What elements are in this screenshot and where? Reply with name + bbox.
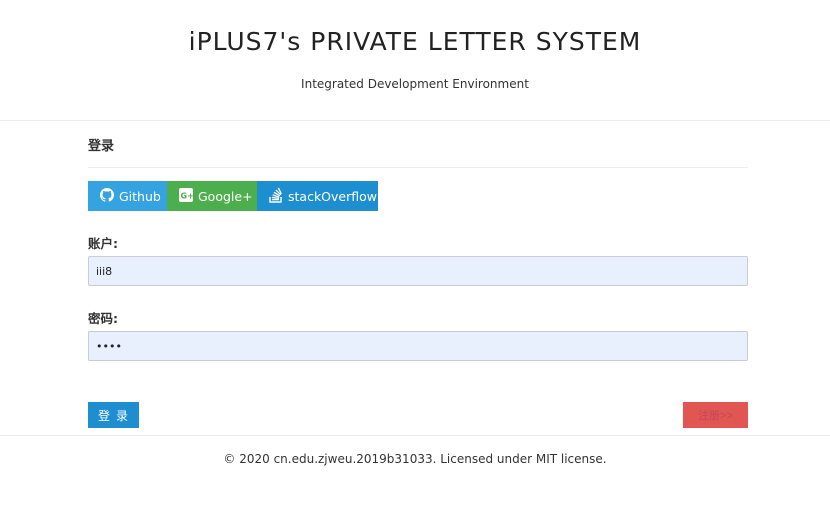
- github-label: Github: [119, 188, 161, 204]
- password-label: 密码:: [88, 311, 118, 326]
- google-plus-login-button[interactable]: G+ Google+: [167, 181, 257, 211]
- page-footer: © 2020 cn.edu.zjweu.2019b31033. Licensed…: [0, 435, 830, 526]
- page-header: iPLUS7's PRIVATE LETTER SYSTEM Integrate…: [0, 0, 830, 121]
- github-icon: [100, 187, 119, 205]
- account-input[interactable]: [88, 256, 748, 286]
- oauth-button-group: Github G+ Google+ stackOverflow: [88, 181, 378, 211]
- stackoverflow-login-button[interactable]: stackOverflow: [257, 181, 378, 211]
- google-plus-label: Google+: [198, 188, 253, 204]
- stackoverflow-label: stackOverflow: [288, 188, 377, 204]
- stackoverflow-icon: [269, 187, 288, 206]
- svg-text:G+: G+: [181, 191, 194, 200]
- account-label: 账户:: [88, 236, 118, 251]
- login-button[interactable]: 登录: [88, 402, 139, 428]
- divider: [88, 167, 748, 168]
- site-title: iPLUS7's PRIVATE LETTER SYSTEM: [188, 27, 642, 56]
- login-section-title: 登录: [88, 139, 115, 154]
- site-subtitle: Integrated Development Environment: [301, 77, 529, 91]
- google-plus-icon: G+: [179, 187, 198, 205]
- register-button[interactable]: 注册>>: [683, 402, 748, 428]
- password-input[interactable]: [88, 331, 748, 361]
- footer-copyright: © 2020 cn.edu.zjweu.2019b31033. Licensed…: [223, 452, 607, 466]
- github-login-button[interactable]: Github: [88, 181, 167, 211]
